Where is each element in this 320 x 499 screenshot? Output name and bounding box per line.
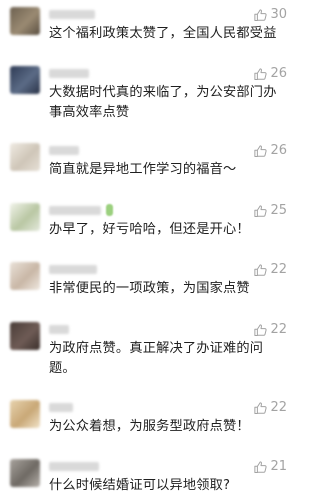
thumb-up-icon bbox=[253, 263, 268, 278]
like-button[interactable]: 26 bbox=[253, 66, 287, 82]
comment-text: 非常便民的一项政策，为国家点赞 bbox=[49, 281, 250, 296]
thumb-up-icon bbox=[253, 204, 268, 219]
comment-text: 大数据时代真的来临了，为公安部门办事高效率点赞 bbox=[49, 85, 277, 120]
nickname-blurred bbox=[49, 265, 97, 274]
comment-text: 为公众着想，为服务型政府点赞！ bbox=[49, 419, 250, 434]
nickname-blurred bbox=[49, 462, 99, 471]
comment-text: 办早了，好亏哈哈，但还是开心！ bbox=[49, 222, 250, 237]
avatar[interactable] bbox=[10, 143, 40, 171]
like-count: 26 bbox=[270, 143, 287, 158]
comment-text: 为政府点赞。真正解决了办证难的问题。 bbox=[49, 341, 264, 376]
thumb-up-icon bbox=[253, 323, 268, 338]
thumb-up-icon bbox=[253, 460, 268, 475]
avatar[interactable] bbox=[10, 7, 40, 35]
nickname-blurred bbox=[49, 10, 95, 19]
like-button[interactable]: 30 bbox=[253, 7, 287, 23]
nickname-blurred bbox=[49, 206, 101, 215]
like-button[interactable]: 21 bbox=[253, 459, 287, 475]
comment-text: 简直就是异地工作学习的福音～ bbox=[49, 162, 237, 177]
like-count: 26 bbox=[270, 66, 287, 81]
thumb-up-icon bbox=[253, 144, 268, 159]
avatar[interactable] bbox=[10, 322, 40, 350]
nickname-blurred bbox=[49, 69, 89, 78]
avatar[interactable] bbox=[10, 66, 40, 94]
avatar[interactable] bbox=[10, 262, 40, 290]
like-count: 21 bbox=[270, 459, 287, 474]
like-button[interactable]: 25 bbox=[253, 203, 287, 219]
thumb-up-icon bbox=[253, 8, 268, 23]
avatar[interactable] bbox=[10, 400, 40, 428]
comment-text: 这个福利政策太赞了，全国人民都受益 bbox=[49, 26, 277, 41]
like-count: 22 bbox=[270, 400, 287, 415]
thumb-up-icon bbox=[253, 67, 268, 82]
comment-feed: 30 这个福利政策太赞了，全国人民都受益 26 大数据时代真的来临了，为公安部门… bbox=[0, 0, 301, 499]
nickname-badge bbox=[106, 204, 113, 216]
nickname-blurred bbox=[49, 146, 79, 155]
nickname-blurred bbox=[49, 325, 69, 334]
avatar[interactable] bbox=[10, 459, 40, 487]
like-button[interactable]: 22 bbox=[253, 262, 287, 278]
like-count: 30 bbox=[270, 7, 287, 22]
like-button[interactable]: 22 bbox=[253, 400, 287, 416]
avatar[interactable] bbox=[10, 203, 40, 231]
thumb-up-icon bbox=[253, 401, 268, 416]
like-count: 22 bbox=[270, 322, 287, 337]
comment-text: 什么时候结婚证可以异地领取? bbox=[49, 478, 231, 493]
nickname-blurred bbox=[49, 403, 73, 412]
like-count: 22 bbox=[270, 262, 287, 277]
like-button[interactable]: 22 bbox=[253, 322, 287, 338]
like-button[interactable]: 26 bbox=[253, 143, 287, 159]
like-count: 25 bbox=[270, 203, 287, 218]
